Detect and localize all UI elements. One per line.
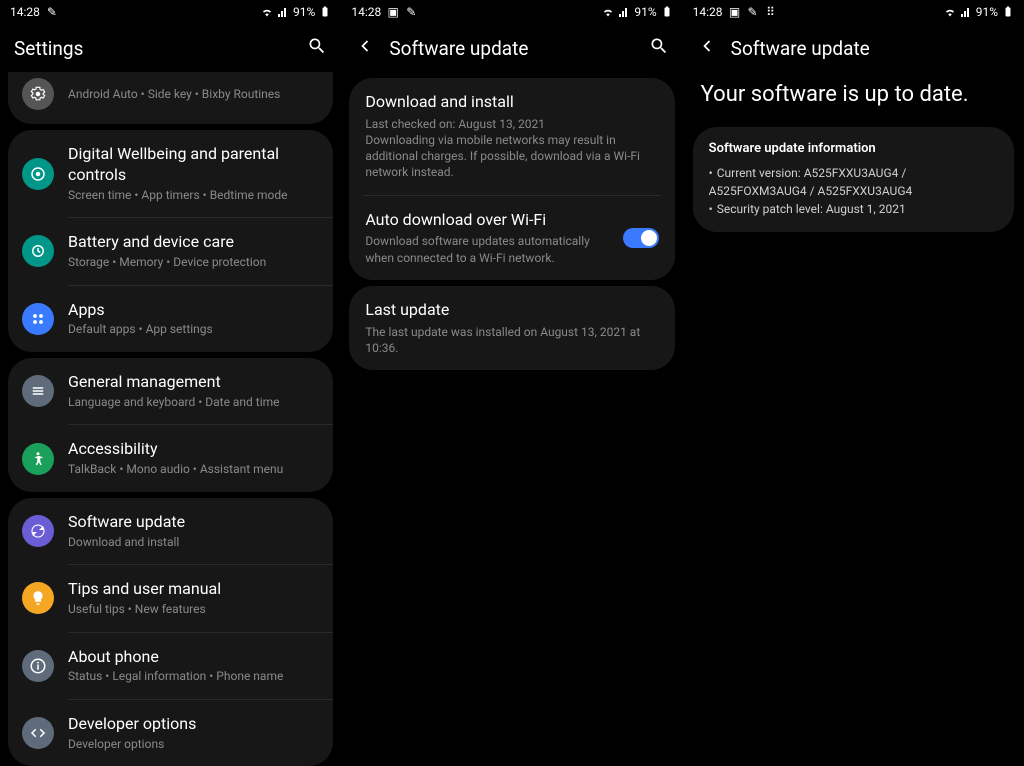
gallery-icon: ▣ [387, 6, 399, 18]
update-icon [22, 515, 54, 547]
settings-item-apps[interactable]: Apps Default apps • App settings [8, 286, 333, 352]
settings-item-update[interactable]: Software update Download and install [8, 498, 333, 564]
widgets-icon: ⠿ [765, 6, 777, 18]
setting-title: Last update [365, 300, 658, 321]
item-sub: Download and install [68, 535, 319, 551]
settings-item-battery[interactable]: Battery and device care Storage • Memory… [8, 218, 333, 284]
item-title: Developer options [68, 714, 319, 735]
settings-panel: 14:28 ✎ 91% Settings Android Auto • Side… [0, 0, 341, 759]
search-icon[interactable] [307, 36, 327, 60]
item-sub: Android Auto • Side key • Bixby Routines [68, 87, 319, 103]
settings-item-about[interactable]: About phone Status • Legal information •… [8, 633, 333, 699]
item-sub: Default apps • App settings [68, 322, 319, 338]
item-title: Software update [68, 512, 319, 533]
wellbeing-icon [22, 158, 54, 190]
setting-sub: Last checked on: August 13, 2021 Downloa… [365, 116, 658, 181]
battery-icon [319, 6, 331, 18]
back-icon[interactable] [355, 36, 375, 60]
info-heading: Software update information [709, 141, 998, 156]
signal-icon [618, 6, 630, 18]
item-title: Accessibility [68, 439, 319, 460]
item-sub: Language and keyboard • Date and time [68, 395, 319, 411]
battery-text: 91% [976, 5, 998, 19]
settings-item-wellbeing[interactable]: Digital Wellbeing and parental controls … [8, 130, 333, 217]
update-header: Software update [683, 24, 1024, 72]
update-header: Software update [341, 24, 682, 72]
item-title: Battery and device care [68, 232, 319, 253]
page-title: Settings [14, 37, 293, 60]
general-icon [22, 375, 54, 407]
battery-icon [1002, 6, 1014, 18]
developer-icon [22, 717, 54, 749]
last-update-item[interactable]: Last update The last update was installe… [349, 286, 674, 370]
settings-group-device: Digital Wellbeing and parental controls … [8, 130, 333, 352]
settings-group-general: General management Language and keyboard… [8, 358, 333, 492]
battery-text: 91% [634, 5, 656, 19]
notif-icon: ✎ [46, 6, 58, 18]
item-title: About phone [68, 647, 319, 668]
battery-text: 91% [293, 5, 315, 19]
signal-icon [277, 6, 289, 18]
apps-icon [22, 303, 54, 335]
setting-sub: The last update was installed on August … [365, 324, 658, 356]
gallery-icon: ▣ [729, 6, 741, 18]
status-bar: 14:28 ▣ ✎ 91% [341, 0, 682, 24]
last-update-card: Last update The last update was installe… [349, 286, 674, 370]
item-sub: Developer options [68, 737, 319, 753]
setting-title: Download and install [365, 92, 658, 113]
update-status-panel: 14:28 ▣ ✎ ⠿ 91% Software update Your sof… [683, 0, 1024, 759]
battery-care-icon [22, 235, 54, 267]
item-title: Digital Wellbeing and parental controls [68, 144, 319, 186]
settings-group-advanced: Android Auto • Side key • Bixby Routines [8, 72, 333, 124]
search-icon[interactable] [649, 36, 669, 60]
page-title: Software update [731, 37, 1010, 60]
download-install-item[interactable]: Download and install Last checked on: Au… [349, 78, 674, 195]
wifi-icon [944, 6, 956, 18]
status-heading: Your software is up to date. [683, 72, 1024, 121]
settings-item-general[interactable]: General management Language and keyboard… [8, 358, 333, 424]
status-bar: 14:28 ✎ 91% [0, 0, 341, 24]
item-title: General management [68, 372, 319, 393]
item-sub: Useful tips • New features [68, 602, 319, 618]
update-panel: 14:28 ▣ ✎ 91% Software update Download a… [341, 0, 682, 759]
item-sub: TalkBack • Mono audio • Assistant menu [68, 462, 319, 478]
back-icon[interactable] [697, 36, 717, 60]
auto-download-toggle[interactable] [623, 228, 659, 248]
info-line: •Security patch level: August 1, 2021 [709, 200, 998, 218]
settings-item-advanced[interactable]: Android Auto • Side key • Bixby Routines [8, 72, 333, 124]
item-sub: Screen time • App timers • Bedtime mode [68, 188, 319, 204]
wifi-icon [261, 6, 273, 18]
about-icon [22, 650, 54, 682]
page-title: Software update [389, 37, 634, 60]
advanced-icon [22, 78, 54, 110]
status-bar: 14:28 ▣ ✎ ⠿ 91% [683, 0, 1024, 24]
settings-item-tips[interactable]: Tips and user manual Useful tips • New f… [8, 565, 333, 631]
setting-title: Auto download over Wi-Fi [365, 210, 610, 231]
clock: 14:28 [10, 5, 40, 19]
settings-header: Settings [0, 24, 341, 72]
item-sub: Storage • Memory • Device protection [68, 255, 319, 271]
settings-group-system: Software update Download and install Tip… [8, 498, 333, 766]
item-title: Apps [68, 300, 319, 321]
auto-download-item[interactable]: Auto download over Wi-Fi Download softwa… [349, 196, 674, 280]
signal-icon [960, 6, 972, 18]
item-sub: Status • Legal information • Phone name [68, 669, 319, 685]
clock: 14:28 [351, 5, 381, 19]
notif-icon: ✎ [747, 6, 759, 18]
clock: 14:28 [693, 5, 723, 19]
settings-item-developer[interactable]: Developer options Developer options [8, 700, 333, 766]
update-options-card: Download and install Last checked on: Au… [349, 78, 674, 280]
update-info-card: Software update information •Current ver… [693, 127, 1014, 232]
battery-icon [661, 6, 673, 18]
info-line: •Current version: A525FXXU3AUG4 / A525FO… [709, 164, 998, 200]
settings-item-accessibility[interactable]: Accessibility TalkBack • Mono audio • As… [8, 425, 333, 491]
wifi-icon [602, 6, 614, 18]
tips-icon [22, 582, 54, 614]
item-title: Tips and user manual [68, 579, 319, 600]
accessibility-icon [22, 443, 54, 475]
setting-sub: Download software updates automatically … [365, 233, 610, 265]
notif-icon: ✎ [405, 6, 417, 18]
